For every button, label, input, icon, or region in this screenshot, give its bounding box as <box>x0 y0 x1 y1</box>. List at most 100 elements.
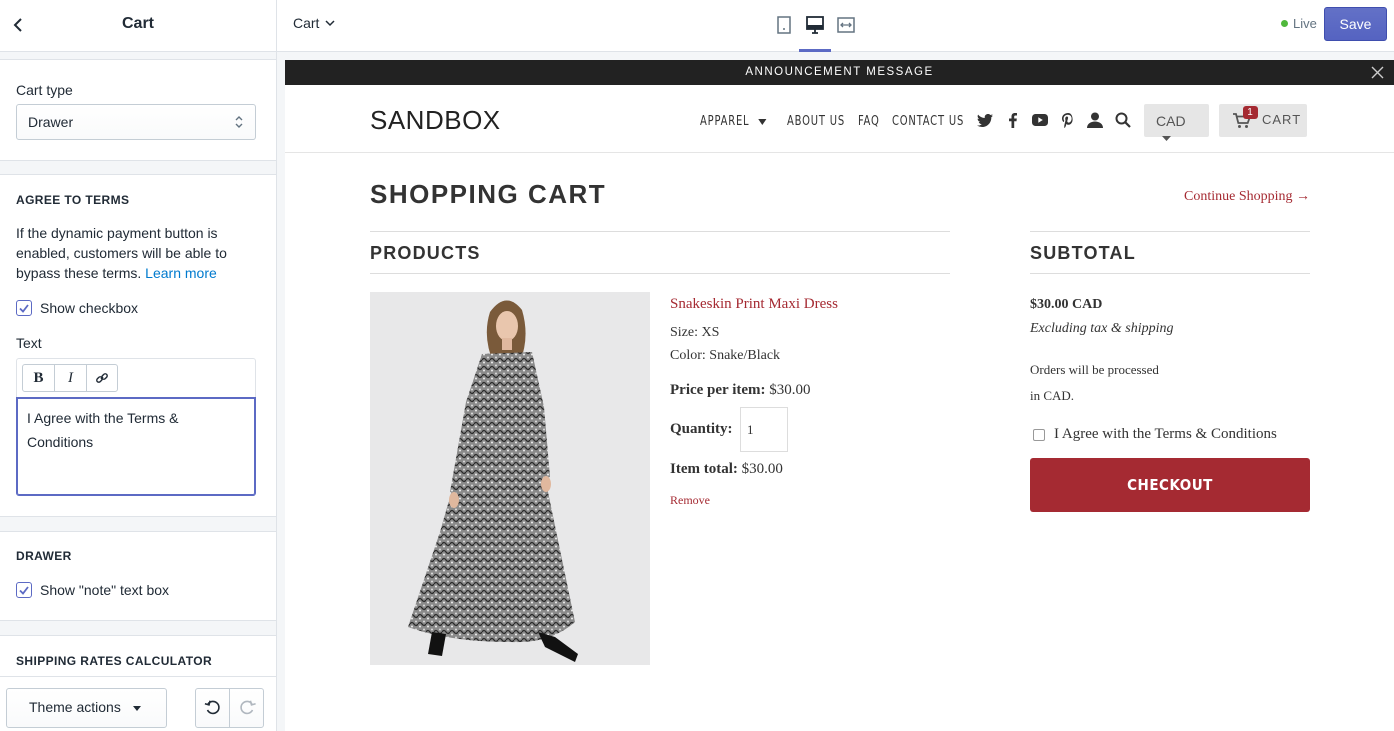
desktop-icon <box>806 16 824 34</box>
divider <box>1030 231 1310 232</box>
show-note-checkbox[interactable] <box>16 582 32 598</box>
header-cart-button[interactable]: 1 CART <box>1219 104 1307 137</box>
page-selector-label: Cart <box>293 15 320 31</box>
close-icon[interactable] <box>1371 66 1384 79</box>
mobile-icon <box>777 16 791 34</box>
page-selector[interactable]: Cart <box>293 15 335 31</box>
site-header: SANDBOX APPAREL ABOUT US FAQ CONTACT US … <box>285 85 1394 153</box>
rich-text-editor: B I I Agree with the Terms & Conditions <box>16 358 256 496</box>
text-label: Text <box>16 335 42 351</box>
quantity-input[interactable]: 1 <box>740 407 788 452</box>
redo-icon <box>239 700 256 715</box>
product-name-link[interactable]: Snakeskin Print Maxi Dress <box>670 296 838 313</box>
desktop-view-button[interactable] <box>803 14 827 36</box>
show-checkbox-checkbox[interactable] <box>16 300 32 316</box>
panel-header: Cart <box>0 0 276 52</box>
price-value: $30.00 <box>769 382 811 398</box>
cart-type-label: Cart type <box>16 82 73 98</box>
panel-title: Cart <box>121 15 154 32</box>
drawer-heading: DRAWER <box>16 549 72 563</box>
drawer-card: DRAWER Show "note" text box <box>0 531 276 621</box>
remove-item-link[interactable]: Remove <box>670 493 710 508</box>
agree-terms-heading: AGREE TO TERMS <box>16 193 130 207</box>
learn-more-link[interactable]: Learn more <box>145 265 217 281</box>
price-label: Price per item: <box>670 382 766 398</box>
announcement-text: ANNOUNCEMENT MESSAGE <box>745 66 934 78</box>
quantity-label: Quantity: <box>670 421 733 438</box>
settings-panel: Cart Cart type Drawer AGREE TO TERMS If … <box>0 0 277 731</box>
checkmark-icon <box>19 585 29 595</box>
agree-terms-checkbox-row[interactable]: I Agree with the Terms & Conditions <box>1033 426 1277 443</box>
theme-actions-button[interactable]: Theme actions <box>6 688 167 728</box>
save-button[interactable]: Save <box>1324 7 1387 41</box>
subtotal-amount: $30.00 CAD <box>1030 297 1103 312</box>
top-bar: Cart Live Save <box>277 0 1394 52</box>
fullscreen-view-button[interactable] <box>834 14 858 36</box>
cart-type-select[interactable]: Drawer <box>16 104 256 140</box>
checkmark-icon <box>19 303 29 313</box>
quantity-label-text: Quantity: <box>670 421 733 437</box>
show-note-toggle[interactable]: Show "note" text box <box>16 582 169 598</box>
nav-contact-us[interactable]: CONTACT US <box>892 113 964 129</box>
divider <box>1030 273 1310 274</box>
header-cart-label: CART <box>1262 112 1302 127</box>
item-total-value: $30.00 <box>741 461 783 477</box>
currency-value: CAD <box>1156 113 1186 129</box>
panel-footer: Theme actions <box>0 676 276 731</box>
product-size: Size: XS <box>670 325 720 340</box>
link-icon <box>96 373 108 383</box>
agree-terms-checkbox[interactable] <box>1033 428 1045 441</box>
mobile-view-button[interactable] <box>772 14 796 36</box>
facebook-icon[interactable] <box>1005 112 1021 128</box>
account-icon[interactable] <box>1087 112 1103 128</box>
pinterest-icon[interactable] <box>1060 112 1076 128</box>
live-label: Live <box>1293 16 1317 31</box>
store-logo[interactable]: SANDBOX <box>370 105 501 136</box>
item-total: Item total: $30.00 <box>670 461 783 478</box>
terms-text-input[interactable]: I Agree with the Terms & Conditions <box>16 397 256 496</box>
divider <box>370 231 950 232</box>
product-color: Color: Snake/Black <box>670 348 781 363</box>
product-image[interactable] <box>370 292 650 665</box>
live-dot-icon <box>1281 20 1288 27</box>
italic-button[interactable]: I <box>54 364 87 392</box>
undo-icon <box>204 700 220 715</box>
subtotal-heading: SUBTOTAL <box>1030 243 1136 263</box>
twitter-icon[interactable] <box>977 112 993 128</box>
cart-count-badge: 1 <box>1243 106 1258 119</box>
show-checkbox-toggle[interactable]: Show checkbox <box>16 300 138 316</box>
nav-faq[interactable]: FAQ <box>858 113 880 129</box>
currency-selector[interactable]: CAD <box>1144 104 1209 141</box>
redo-button[interactable] <box>229 688 264 728</box>
checkout-button[interactable]: CHECKOUT <box>1030 458 1310 512</box>
page-title: SHOPPING CART <box>370 179 607 209</box>
item-total-label: Item total: <box>670 461 738 477</box>
chevron-down-icon <box>325 19 335 26</box>
undo-button[interactable] <box>195 688 230 728</box>
announcement-bar[interactable]: ANNOUNCEMENT MESSAGE <box>285 60 1394 85</box>
link-button[interactable] <box>86 364 118 392</box>
live-status: Live <box>1281 16 1317 31</box>
rte-toolbar: B I <box>16 358 256 397</box>
products-heading: PRODUCTS <box>370 243 481 263</box>
cart-type-value: Drawer <box>28 114 74 130</box>
show-note-label: Show "note" text box <box>40 582 170 598</box>
shipping-heading[interactable]: SHIPPING RATES CALCULATOR <box>16 654 212 668</box>
nav-apparel[interactable]: APPAREL <box>700 113 767 129</box>
theme-actions-label: Theme actions <box>29 699 121 715</box>
bold-button[interactable]: B <box>22 364 55 392</box>
youtube-icon[interactable] <box>1032 112 1048 128</box>
search-icon[interactable] <box>1115 112 1131 128</box>
divider <box>370 273 950 274</box>
caret-down-icon <box>1162 135 1171 141</box>
nav-apparel-label: APPAREL <box>700 113 750 129</box>
dress-model-image <box>370 292 650 665</box>
select-arrows-icon <box>235 116 243 128</box>
continue-shopping-link[interactable]: Continue Shopping → <box>1184 189 1310 205</box>
cart-type-card: Cart type Drawer <box>0 59 276 161</box>
tax-note: Excluding tax & shipping <box>1030 321 1174 336</box>
nav-about-us[interactable]: ABOUT US <box>787 113 845 129</box>
caret-down-icon <box>758 119 767 125</box>
expand-icon <box>837 17 855 33</box>
currency-note-line-2: in CAD. <box>1030 388 1075 403</box>
